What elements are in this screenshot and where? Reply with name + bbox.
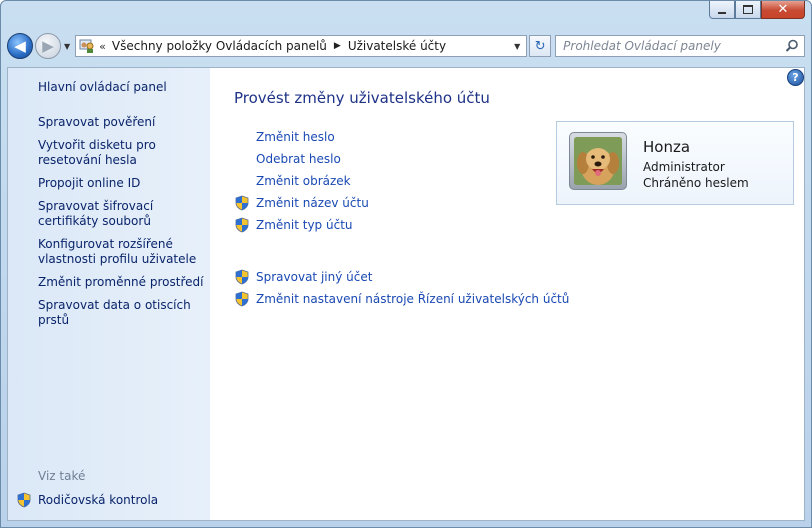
- task-label: Změnit typ účtu: [256, 218, 353, 232]
- address-overflow-chevron[interactable]: «: [99, 40, 106, 53]
- control-panel-home-link[interactable]: Hlavní ovládací panel: [38, 80, 210, 94]
- uac-shield-icon: [17, 492, 31, 508]
- forward-button[interactable]: ▶: [35, 33, 61, 59]
- caption-buttons: ✕: [709, 1, 805, 19]
- task-label: Změnit název účtu: [256, 196, 369, 210]
- parental-controls-link[interactable]: Rodičovská kontrola: [16, 492, 158, 508]
- see-also-heading: Viz také: [38, 469, 86, 483]
- uac-shield-icon: [235, 217, 249, 233]
- task-label: Spravovat jiný účet: [256, 270, 373, 284]
- minimize-icon: [718, 11, 726, 14]
- account-password-status: Chráněno heslem: [643, 176, 749, 190]
- minimize-button[interactable]: [709, 1, 735, 19]
- sidebar-item-password-reset-disk[interactable]: Vytvořit disketu pro resetování hesla: [38, 138, 210, 168]
- sidebar-item-link-online-id[interactable]: Propojit online ID: [38, 176, 210, 191]
- task-pane: Hlavní ovládací panel Spravovat pověření…: [8, 68, 210, 520]
- page-title: Provést změny uživatelského účtu: [234, 89, 490, 107]
- task-links: Změnit heslo Odebrat heslo Změnit obráze…: [234, 126, 569, 310]
- parental-controls-label: Rodičovská kontrola: [38, 493, 159, 507]
- task-label: Změnit nastavení nástroje Řízení uživate…: [256, 292, 570, 306]
- see-also-section: Viz také Rodičovská kontrola: [8, 469, 158, 508]
- refresh-icon: ↻: [534, 38, 546, 54]
- avatar: [569, 132, 627, 190]
- change-picture-link[interactable]: Změnit obrázek: [234, 170, 569, 192]
- back-arrow-icon: ◀: [14, 36, 26, 55]
- search-input[interactable]: Prohledat Ovládací panely: [555, 35, 805, 57]
- close-button[interactable]: ✕: [761, 1, 805, 19]
- uac-shield-icon: [235, 291, 249, 307]
- change-account-type-link[interactable]: Změnit typ účtu: [234, 214, 569, 236]
- change-password-link[interactable]: Změnit heslo: [234, 126, 569, 148]
- remove-password-link[interactable]: Odebrat heslo: [234, 148, 569, 170]
- task-label: Odebrat heslo: [256, 152, 341, 166]
- user-accounts-icon: [79, 39, 94, 53]
- back-button[interactable]: ◀: [7, 33, 33, 59]
- breadcrumb-control-panel[interactable]: Všechny položky Ovládacích panelů: [112, 39, 327, 53]
- maximize-button[interactable]: [735, 1, 761, 19]
- avatar-image: [574, 137, 622, 185]
- main-pane: ? Provést změny uživatelského účtu Změni…: [210, 68, 804, 520]
- breadcrumb-user-accounts[interactable]: Uživatelské účty: [348, 39, 446, 53]
- address-bar[interactable]: « Všechny položky Ovládacích panelů ▶ Už…: [75, 35, 528, 57]
- sidebar-item-fingerprint-data[interactable]: Spravovat data o otiscích prstů: [38, 298, 210, 328]
- uac-shield-icon: [235, 195, 249, 211]
- sidebar-task-list: Spravovat pověření Vytvořit disketu pro …: [38, 115, 210, 328]
- sidebar-item-environment-variables[interactable]: Změnit proměnné prostředí: [38, 275, 210, 290]
- dog-picture-icon: [574, 137, 622, 185]
- refresh-button[interactable]: ↻: [529, 35, 552, 57]
- close-icon: ✕: [777, 2, 789, 17]
- sidebar-item-advanced-profile-properties[interactable]: Konfigurovat rozšířené vlastnosti profil…: [38, 237, 210, 267]
- recent-pages-dropdown[interactable]: ▼: [64, 42, 70, 51]
- help-button[interactable]: ?: [787, 69, 804, 86]
- user-account-card: Honza Administrator Chráněno heslem: [556, 121, 794, 205]
- account-role: Administrator: [643, 160, 725, 174]
- search-icon[interactable]: [785, 39, 799, 53]
- sidebar-item-manage-credentials[interactable]: Spravovat pověření: [38, 115, 210, 130]
- manage-another-account-link[interactable]: Spravovat jiný účet: [234, 266, 569, 288]
- breadcrumb-separator-icon[interactable]: ▶: [334, 41, 341, 51]
- task-label: Změnit heslo: [256, 130, 335, 144]
- account-name: Honza: [643, 138, 691, 156]
- uac-shield-icon: [235, 269, 249, 285]
- navigation-bar: ◀ ▶ ▼ « Všechny položky Ovládacích panel…: [7, 29, 805, 63]
- address-dropdown-button[interactable]: ▼: [508, 36, 526, 56]
- search-placeholder: Prohledat Ovládací panely: [563, 39, 721, 53]
- window: ✕ ◀ ▶ ▼ « Všechny položky Ovládacích pan…: [0, 0, 812, 528]
- uac-settings-link[interactable]: Změnit nastavení nástroje Řízení uživate…: [234, 288, 569, 310]
- task-label: Změnit obrázek: [256, 174, 351, 188]
- sidebar-item-file-encryption-certificates[interactable]: Spravovat šifrovací certifikáty souborů: [38, 199, 210, 229]
- forward-arrow-icon: ▶: [42, 36, 54, 55]
- change-account-name-link[interactable]: Změnit název účtu: [234, 192, 569, 214]
- content-area: Hlavní ovládací panel Spravovat pověření…: [7, 67, 805, 521]
- maximize-icon: [743, 5, 753, 14]
- help-icon: ?: [792, 71, 799, 84]
